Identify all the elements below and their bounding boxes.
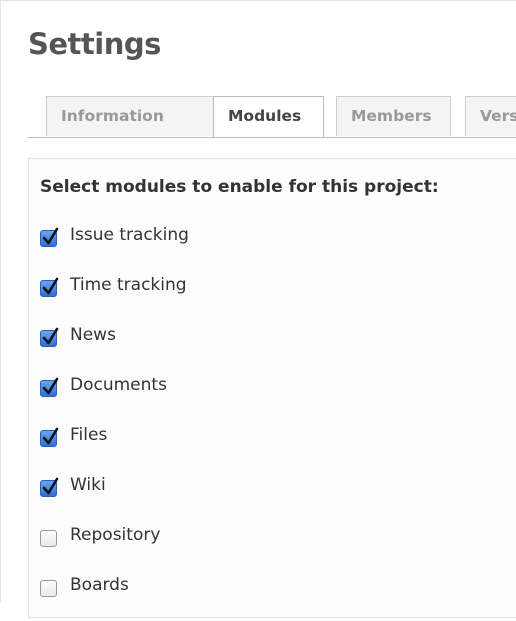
files-checkbox[interactable] bbox=[40, 427, 59, 447]
checkmark-icon bbox=[42, 377, 59, 395]
tab-modules[interactable]: Modules bbox=[213, 96, 324, 137]
module-label[interactable]: Boards bbox=[70, 571, 129, 599]
checkmark-icon bbox=[42, 427, 59, 445]
repository-checkbox[interactable] bbox=[40, 530, 57, 547]
checkmark-icon bbox=[42, 277, 59, 295]
module-label[interactable]: Wiki bbox=[70, 471, 106, 499]
module-item-files: Files bbox=[40, 421, 189, 471]
module-label[interactable]: Documents bbox=[70, 371, 167, 399]
module-item-time-tracking: Time tracking bbox=[40, 271, 189, 321]
documents-checkbox[interactable] bbox=[40, 377, 59, 397]
module-label[interactable]: Time tracking bbox=[70, 271, 187, 299]
checkmark-icon bbox=[42, 327, 59, 345]
module-label[interactable]: Issue tracking bbox=[70, 221, 189, 249]
module-item-repository: Repository bbox=[40, 521, 189, 571]
wiki-checkbox[interactable] bbox=[40, 477, 59, 497]
module-label[interactable]: News bbox=[70, 321, 116, 349]
modules-heading: Select modules to enable for this projec… bbox=[40, 177, 439, 197]
checkmark-icon bbox=[42, 227, 59, 245]
news-checkbox[interactable] bbox=[40, 327, 59, 347]
module-item-issue-tracking: Issue tracking bbox=[40, 221, 189, 271]
module-list: Issue tracking Time tracking News Docume… bbox=[40, 221, 189, 621]
issue-tracking-checkbox[interactable] bbox=[40, 227, 59, 247]
module-item-wiki: Wiki bbox=[40, 471, 189, 521]
time-tracking-checkbox[interactable] bbox=[40, 277, 59, 297]
boards-checkbox[interactable] bbox=[40, 580, 57, 597]
module-item-news: News bbox=[40, 321, 189, 371]
tab-members[interactable]: Members bbox=[336, 96, 451, 136]
tab-information[interactable]: Information bbox=[46, 96, 224, 136]
checkmark-icon bbox=[42, 477, 59, 495]
module-label[interactable]: Repository bbox=[70, 521, 160, 549]
settings-tabs: Information Modules Members Vers bbox=[28, 96, 516, 138]
module-label[interactable]: Files bbox=[70, 421, 107, 449]
module-item-boards: Boards bbox=[40, 571, 189, 621]
page-title: Settings bbox=[28, 27, 161, 61]
tab-versions[interactable]: Vers bbox=[465, 96, 516, 136]
module-item-documents: Documents bbox=[40, 371, 189, 421]
